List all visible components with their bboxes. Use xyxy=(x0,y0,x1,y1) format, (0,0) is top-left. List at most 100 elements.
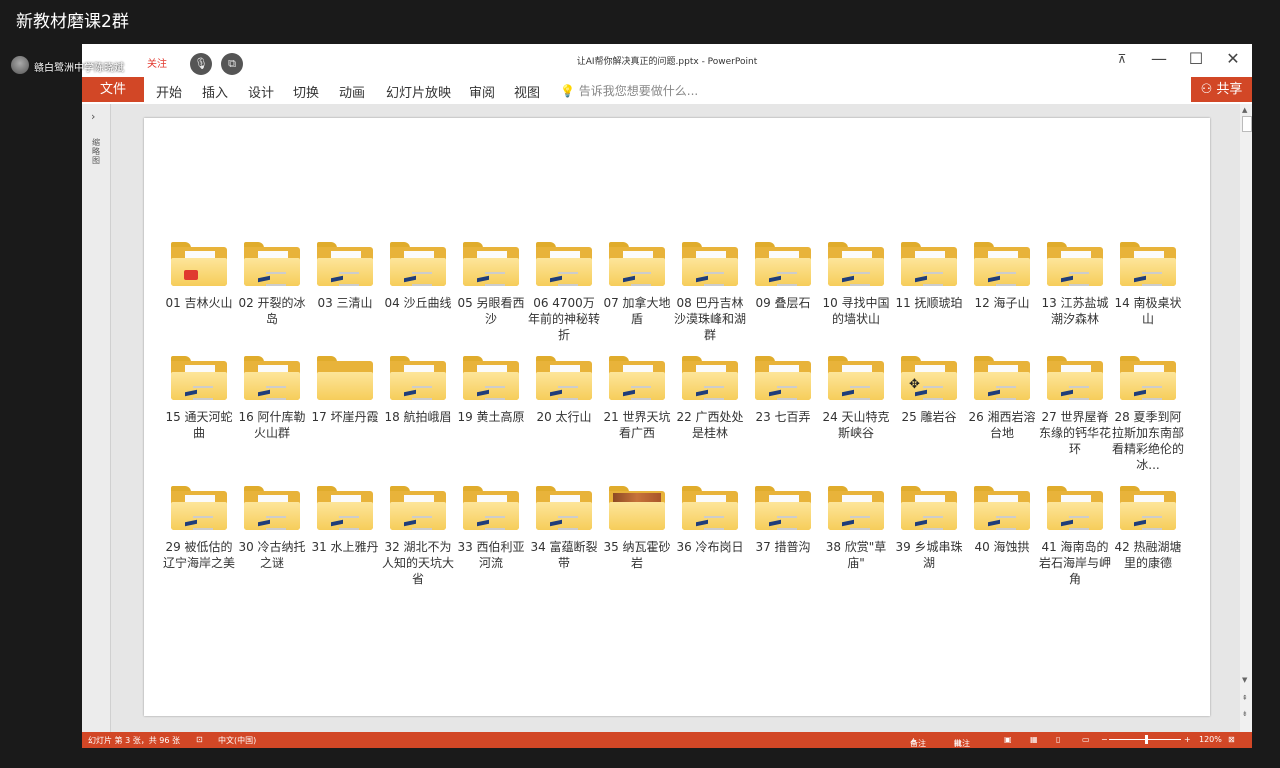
reading-view-icon[interactable]: ▯ xyxy=(1056,735,1060,744)
folder-icon xyxy=(390,486,446,530)
vertical-scrollbar[interactable]: ▲ ▼ ⇞ ⇟ xyxy=(1240,104,1252,732)
normal-view-icon[interactable]: ▣ xyxy=(1004,735,1012,744)
folder-item[interactable]: 37 措普沟 xyxy=(747,486,819,555)
folder-item[interactable]: 09 叠层石 xyxy=(747,242,819,311)
slide-sorter-icon[interactable]: ▦ xyxy=(1030,735,1038,744)
folder-icon xyxy=(463,356,519,400)
folder-item[interactable]: 42 热融湖塘里的康德 xyxy=(1112,486,1184,571)
folder-item[interactable]: 10 寻找中国的墙状山 xyxy=(820,242,892,327)
zoom-slider-knob[interactable] xyxy=(1145,735,1148,744)
folder-item[interactable]: 39 乡城串珠湖 xyxy=(893,486,965,571)
microphone-icon[interactable]: 🎙 xyxy=(190,53,212,75)
folder-label: 34 富蕴断裂带 xyxy=(530,540,598,570)
folder-label: 12 海子山 xyxy=(974,296,1030,310)
scroll-down-icon[interactable]: ▼ xyxy=(1242,676,1247,684)
tab-file[interactable]: 文件 xyxy=(82,77,144,102)
folder-item[interactable]: 21 世界天坑看广西 xyxy=(601,356,673,441)
folder-item[interactable]: 02 开裂的冰岛 xyxy=(236,242,308,327)
tab-view[interactable]: 视图 xyxy=(514,82,540,101)
zoom-in-button[interactable]: + xyxy=(1184,735,1191,744)
follow-button[interactable]: 关注 xyxy=(136,55,178,75)
share-label: 共享 xyxy=(1216,82,1243,97)
lightbulb-icon: 💡 xyxy=(560,84,579,98)
tab-slideshow[interactable]: 幻灯片放映 xyxy=(386,82,451,101)
previous-slide-icon[interactable]: ⇞ xyxy=(1242,694,1248,702)
folder-item[interactable]: 30 冷古纳托之谜 xyxy=(236,486,308,571)
folder-label: 28 夏季到阿拉斯加东南部看精彩绝伦的冰... xyxy=(1112,410,1185,472)
folder-item[interactable]: 32 湖北不为人知的天坑大省 xyxy=(382,486,454,587)
folder-label: 15 通天河蛇曲 xyxy=(165,410,233,440)
folder-icon xyxy=(317,356,373,400)
tab-design[interactable]: 设计 xyxy=(248,82,274,101)
folder-icon xyxy=(755,356,811,400)
ribbon-display-options-icon[interactable]: ⊼ xyxy=(1110,48,1134,70)
folder-item[interactable]: 40 海蚀拱 xyxy=(966,486,1038,555)
tab-transitions[interactable]: 切换 xyxy=(293,82,319,101)
folder-icon xyxy=(171,242,227,286)
zoom-level[interactable]: 120% xyxy=(1199,735,1222,744)
folder-item[interactable]: 05 另眼看西沙 xyxy=(455,242,527,327)
folder-item[interactable]: 26 湘西岩溶台地 xyxy=(966,356,1038,441)
language-indicator[interactable]: 中文(中国) xyxy=(218,735,256,746)
folder-label: 01 吉林火山 xyxy=(165,296,233,310)
tab-home[interactable]: 开始 xyxy=(156,82,182,101)
avatar[interactable] xyxy=(11,56,29,74)
folder-item[interactable]: 22 广西处处是桂林 xyxy=(674,356,746,441)
folder-item[interactable]: 16 阿什库勒火山群 xyxy=(236,356,308,441)
folder-icon xyxy=(390,356,446,400)
fit-slide-icon[interactable]: ⊠ xyxy=(1228,735,1235,744)
slideshow-view-icon[interactable]: ▭ xyxy=(1082,735,1090,744)
folder-item[interactable]: 13 江苏盐城潮汐森林 xyxy=(1039,242,1111,327)
spellcheck-icon[interactable]: ⊡ xyxy=(196,735,203,744)
folder-label: 30 冷古纳托之谜 xyxy=(238,540,306,570)
zoom-out-button[interactable]: − xyxy=(1101,735,1108,744)
folder-item[interactable]: 34 富蕴断裂带 xyxy=(528,486,600,571)
slide-canvas[interactable]: 01 吉林火山 02 开裂的冰岛 03 三清山 04 沙丘曲线 05 另眼看西沙 06 4… xyxy=(144,118,1210,716)
folder-item[interactable]: 01 吉林火山 xyxy=(163,242,235,311)
folder-item[interactable]: 08 巴丹吉林沙漠珠峰和湖群 xyxy=(674,242,746,343)
folder-icon xyxy=(536,242,592,286)
folder-label: 10 寻找中国的墙状山 xyxy=(822,296,890,326)
folder-item[interactable]: 03 三清山 xyxy=(309,242,381,311)
folder-item[interactable]: 33 西伯利亚河流 xyxy=(455,486,527,571)
folder-item[interactable]: 17 坏崖丹霞 xyxy=(309,356,381,425)
close-button[interactable]: ✕ xyxy=(1221,48,1245,70)
folder-item[interactable]: 06 4700万年前的神秘转折 xyxy=(528,242,600,343)
tab-review[interactable]: 审阅 xyxy=(469,82,495,101)
scrollbar-thumb[interactable] xyxy=(1242,116,1252,132)
folder-item[interactable]: 11 抚顺琥珀 xyxy=(893,242,965,311)
folder-item[interactable]: 18 航拍峨眉 xyxy=(382,356,454,425)
folder-item[interactable]: 23 七百弄 xyxy=(747,356,819,425)
folder-item[interactable]: 04 沙丘曲线 xyxy=(382,242,454,311)
expand-thumbnails-icon[interactable]: › xyxy=(91,110,95,123)
folder-item[interactable]: 12 海子山 xyxy=(966,242,1038,311)
folder-item[interactable]: 14 南极桌状山 xyxy=(1112,242,1184,327)
screen-share-icon[interactable]: ⧉ xyxy=(221,53,243,75)
folder-item[interactable]: 27 世界屋脊东缘的钙华花环 xyxy=(1039,356,1111,457)
folder-item[interactable]: 15 通天河蛇曲 xyxy=(163,356,235,441)
maximize-button[interactable]: ☐ xyxy=(1184,48,1208,70)
folder-item[interactable]: 29 被低估的 辽宁海岸之美 xyxy=(163,486,235,571)
folder-icon xyxy=(1047,242,1103,286)
folder-item[interactable]: 28 夏季到阿拉斯加东南部看精彩绝伦的冰... xyxy=(1112,356,1184,473)
folder-item[interactable]: 31 水上雅丹 xyxy=(309,486,381,555)
folder-item[interactable]: 35 纳瓦霍砂岩 xyxy=(601,486,673,571)
tell-me-search[interactable]: 💡 告诉我您想要做什么... xyxy=(560,82,698,99)
folder-item[interactable]: 25 雕岩谷 xyxy=(893,356,965,425)
folder-item[interactable]: 19 黄土高原 xyxy=(455,356,527,425)
share-button[interactable]: ⚇ 共享 xyxy=(1191,77,1252,102)
next-slide-icon[interactable]: ⇟ xyxy=(1242,710,1248,718)
tab-animations[interactable]: 动画 xyxy=(339,82,365,101)
folder-item[interactable]: 07 加拿大地盾 xyxy=(601,242,673,327)
scroll-up-icon[interactable]: ▲ xyxy=(1242,106,1247,114)
folder-label: 32 湖北不为人知的天坑大省 xyxy=(382,540,455,586)
minimize-button[interactable]: — xyxy=(1147,48,1171,70)
folder-item[interactable]: 24 天山特克斯峡谷 xyxy=(820,356,892,441)
folder-item[interactable]: 41 海南岛的岩石海岸与岬角 xyxy=(1039,486,1111,587)
thumbnail-pane[interactable]: › 缩略图 xyxy=(82,104,111,732)
folder-label: 13 江苏盐城潮汐森林 xyxy=(1041,296,1109,326)
folder-item[interactable]: 20 太行山 xyxy=(528,356,600,425)
folder-item[interactable]: 38 欣赏"草庙" xyxy=(820,486,892,571)
tab-insert[interactable]: 插入 xyxy=(202,82,228,101)
folder-item[interactable]: 36 冷布岗日 xyxy=(674,486,746,555)
